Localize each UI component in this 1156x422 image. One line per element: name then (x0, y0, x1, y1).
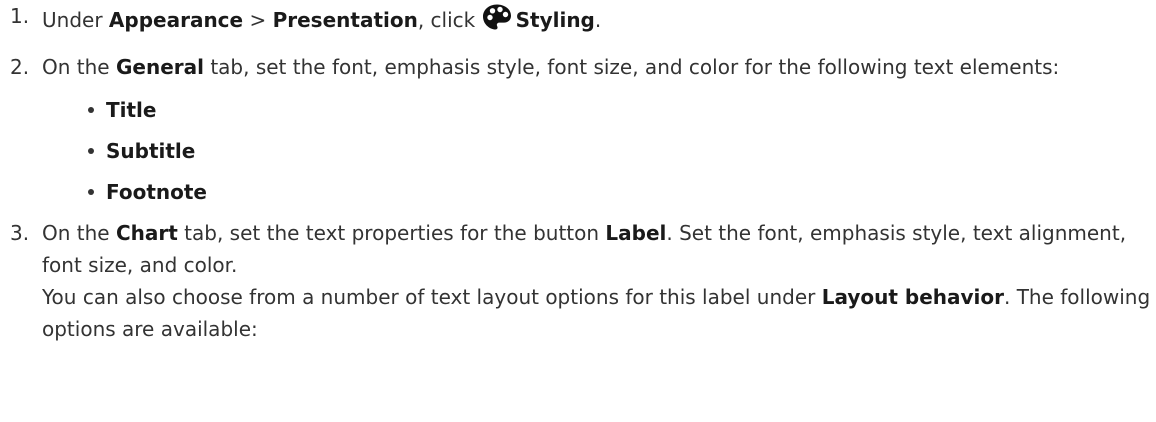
step-paragraph: On the Chart tab, set the text propertie… (42, 217, 1156, 281)
step-text: On the (42, 55, 116, 79)
step-number: 2. (10, 55, 30, 79)
layout-behavior-label: Layout behavior (821, 285, 1004, 309)
list-item: Subtitle (88, 138, 1156, 164)
step-number: 3. (10, 221, 30, 245)
palette-icon (482, 4, 511, 30)
step-1: 1. Under Appearance > Presentation, clic… (0, 0, 1156, 36)
list-item: Title (88, 97, 1156, 123)
instruction-steps: 1. Under Appearance > Presentation, clic… (0, 0, 1156, 345)
styling-label: Styling (515, 8, 595, 32)
step-text: . (594, 8, 602, 32)
step-3: 3. On the Chart tab, set the text proper… (0, 217, 1156, 345)
step-text: On the (42, 221, 116, 245)
list-item-label: Footnote (106, 180, 207, 204)
step-text: > (243, 8, 273, 32)
list-item-label: Title (106, 98, 157, 122)
step-text: You can also choose from a number of tex… (42, 285, 822, 309)
general-tab-label: General (115, 55, 204, 79)
label-property: Label (605, 221, 667, 245)
presentation-label: Presentation (272, 8, 418, 32)
bullet-icon (88, 189, 94, 195)
step-number: 1. (10, 4, 30, 28)
step-2: 2. On the General tab, set the font, emp… (0, 51, 1156, 205)
step-text: tab, set the text properties for the but… (177, 221, 606, 245)
appearance-label: Appearance (108, 8, 244, 32)
step-paragraph: You can also choose from a number of tex… (42, 281, 1156, 345)
list-item-label: Subtitle (106, 139, 196, 163)
chart-tab-label: Chart (115, 221, 178, 245)
list-item: Footnote (88, 179, 1156, 205)
step-text: , click (417, 8, 482, 32)
text-elements-list: Title Subtitle Footnote (42, 97, 1156, 205)
bullet-icon (88, 148, 94, 154)
step-text: Under (42, 8, 109, 32)
bullet-icon (88, 107, 94, 113)
step-text: tab, set the font, emphasis style, font … (203, 55, 1060, 79)
